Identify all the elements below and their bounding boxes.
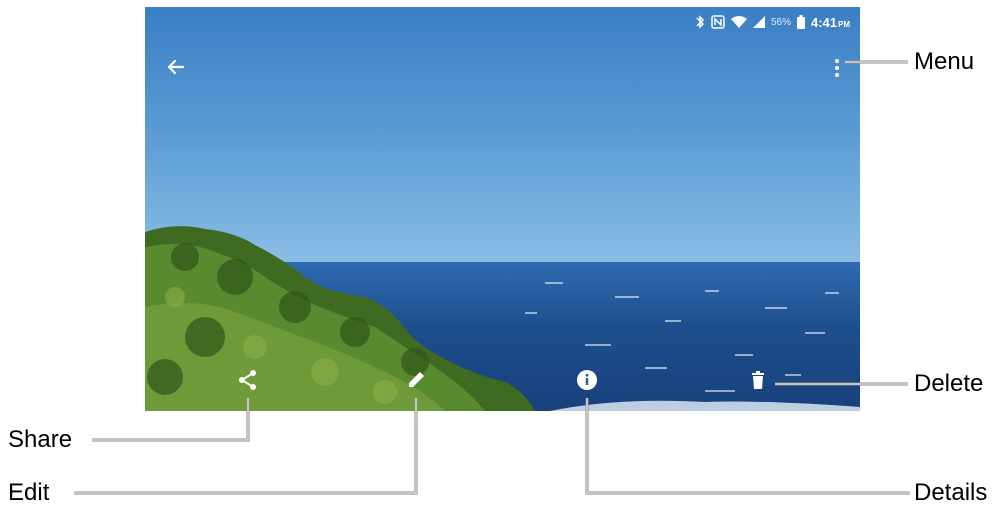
callout-details-label: Details <box>914 479 988 506</box>
status-bar: 56% 4:41PM <box>695 13 850 31</box>
status-ampm: PM <box>838 19 850 29</box>
status-time: 4:41PM <box>811 15 850 30</box>
callout-share-label: Share <box>8 426 73 453</box>
photo-hillside <box>145 226 535 411</box>
info-icon <box>577 370 597 390</box>
wifi-icon <box>730 15 747 29</box>
trash-icon <box>752 371 764 389</box>
callout-delete-label: Delete <box>914 370 984 397</box>
pencil-icon <box>409 372 424 387</box>
details-button[interactable] <box>574 367 600 393</box>
bluetooth-icon <box>695 15 705 29</box>
callout-menu-label: Menu <box>914 48 975 75</box>
callout-edit-label: Edit <box>8 479 50 506</box>
edit-button[interactable] <box>403 367 429 393</box>
nfc-icon <box>711 15 725 29</box>
arrow-left-icon <box>167 59 185 75</box>
delete-button[interactable] <box>745 367 771 393</box>
signal-icon <box>752 15 765 29</box>
menu-button[interactable] <box>831 55 843 81</box>
share-button[interactable] <box>235 367 261 393</box>
back-button[interactable] <box>163 54 189 80</box>
battery-icon <box>796 15 805 29</box>
share-icon <box>239 370 256 390</box>
status-time-value: 4:41 <box>810 14 837 30</box>
battery-percent: 56% <box>770 16 791 28</box>
photo-viewer-screen: 56% 4:41PM <box>145 7 860 411</box>
more-vertical-icon <box>835 59 839 77</box>
